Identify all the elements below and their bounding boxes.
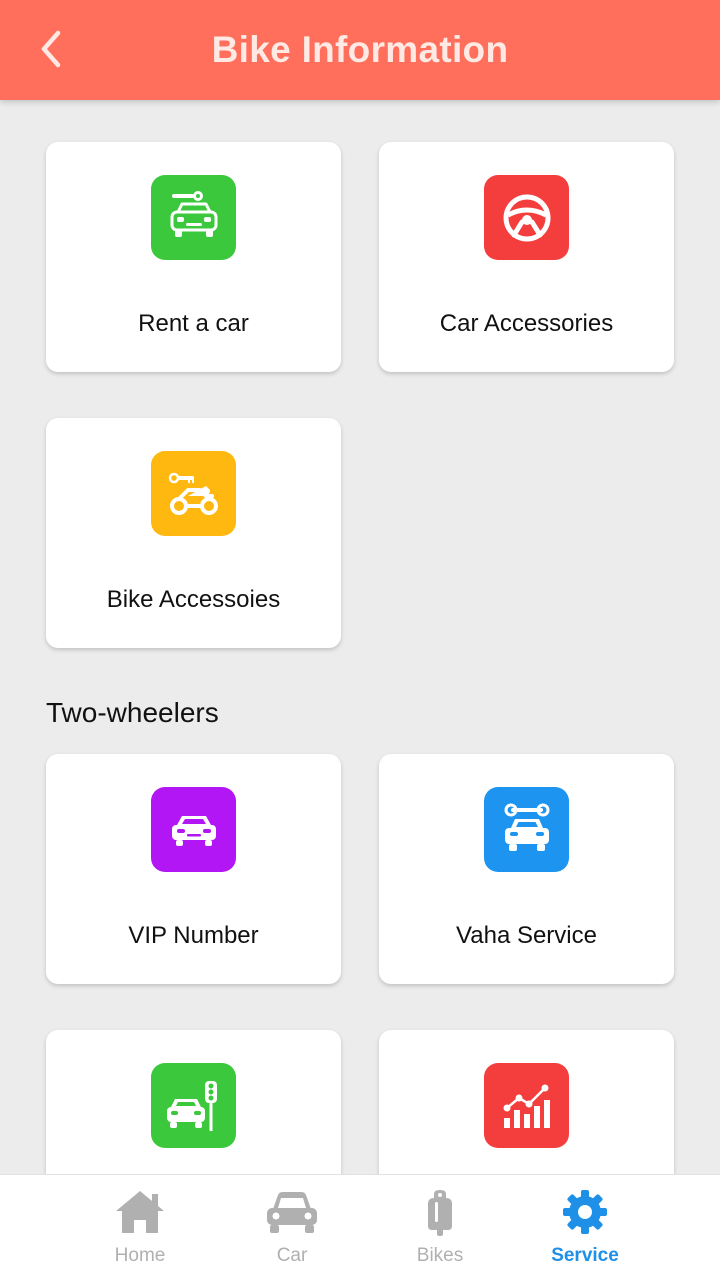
card-rent-a-car[interactable]: Rent a car [46, 142, 341, 372]
bar-chart-icon [503, 1084, 550, 1128]
home-icon [116, 1191, 164, 1233]
card-label: Vaha Service [456, 922, 597, 949]
bike-accessories-tile [151, 451, 236, 536]
card-label: Bike Accessoies [106, 586, 281, 613]
nav-label-home: Home [114, 1245, 166, 1266]
steering-wheel-icon [503, 194, 550, 241]
card-vip-number[interactable]: VIP Number [46, 754, 341, 984]
card-label: Rent a car [138, 310, 249, 337]
nav-item-car[interactable]: Car [222, 1175, 362, 1280]
nav-label-bikes: Bikes [416, 1245, 464, 1266]
nav-item-bikes[interactable]: Bikes [370, 1175, 510, 1280]
nav-item-service[interactable]: Service [515, 1175, 655, 1280]
section-title: Two-wheelers [46, 697, 219, 728]
car-wrench-icon [504, 803, 549, 851]
car-key-icon [170, 190, 217, 237]
rent-a-car-tile [151, 175, 236, 260]
bottom-navigation: Home Car Bikes Service [0, 1174, 720, 1280]
car-accessories-tile [484, 175, 569, 260]
chevron-left-icon [41, 30, 61, 68]
bike-icon [428, 1190, 452, 1236]
nav-label-service: Service [551, 1245, 619, 1266]
nav-label-car: Car [276, 1245, 308, 1266]
car-traffic-light-icon [166, 1080, 217, 1131]
gear-icon [563, 1190, 607, 1234]
page-title: Bike Information [211, 29, 509, 70]
nav-item-home[interactable]: Home [70, 1175, 210, 1280]
card-vaha-service[interactable]: Vaha Service [379, 754, 674, 984]
car-icon [267, 1192, 317, 1233]
app-header: Bike Information [0, 0, 720, 100]
card-car-accessories[interactable]: Car Accessories [379, 142, 674, 372]
app-screen: Bike Information Rent a car Car Accessor… [0, 0, 720, 1280]
back-button[interactable] [26, 24, 76, 74]
vaha-service-tile [484, 787, 569, 872]
card-bike-accessories[interactable]: Bike Accessoies [46, 418, 341, 648]
traffic-tile [151, 1063, 236, 1148]
vip-number-tile [151, 787, 236, 872]
car-front-icon [171, 815, 216, 846]
motorbike-key-icon [168, 472, 218, 515]
statistics-tile [484, 1063, 569, 1148]
card-label: VIP Number [128, 922, 259, 949]
card-label: Car Accessories [439, 310, 614, 337]
